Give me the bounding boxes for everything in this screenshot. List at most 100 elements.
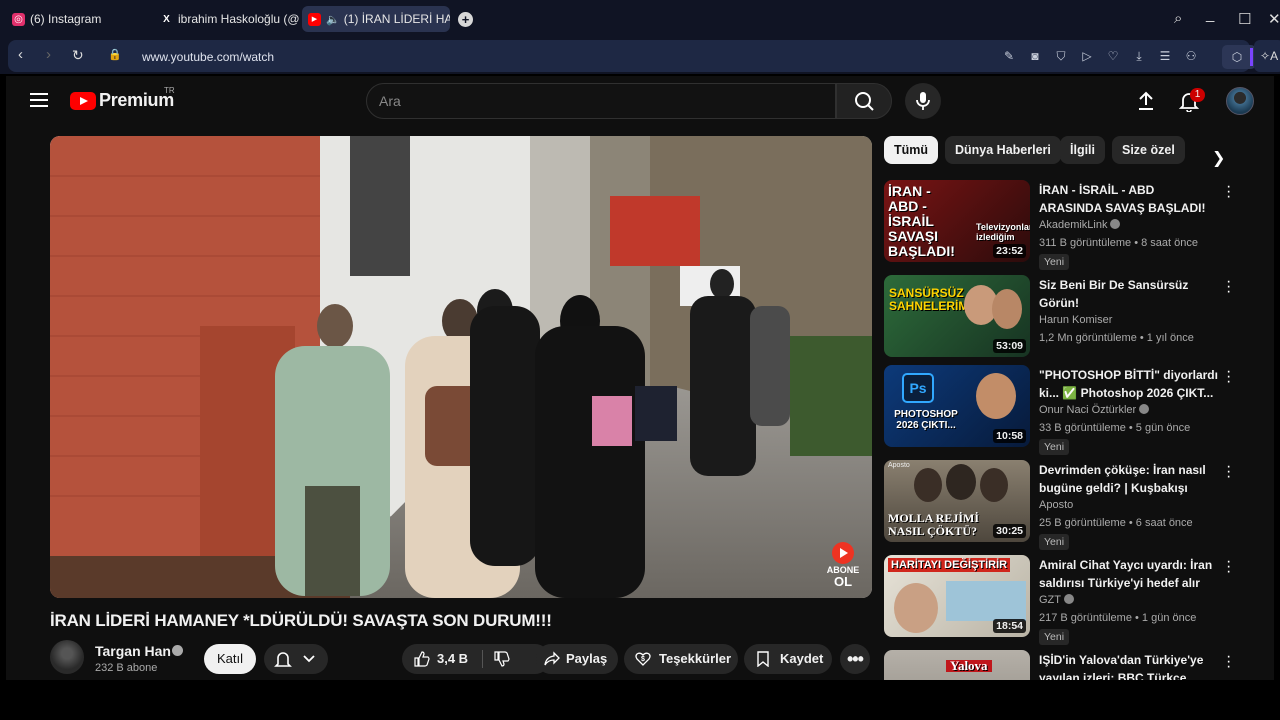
camera-icon[interactable]: ◙	[1028, 49, 1042, 63]
video-meta: 25 B görüntüleme • 6 saat önce	[1039, 517, 1193, 529]
thanks-button[interactable]: $ Teşekkürler	[624, 644, 738, 674]
upload-button[interactable]	[1136, 90, 1156, 112]
recommendation-item[interactable]: Yalova IŞİD'in Yalova'dan Türkiye'ye yay…	[884, 650, 1264, 680]
thumbnail-face	[992, 289, 1022, 329]
minimize-button[interactable]: _	[1206, 6, 1214, 23]
hamburger-menu-button[interactable]	[30, 93, 48, 107]
url-field[interactable]: www.youtube.com/watch	[142, 50, 274, 64]
more-vertical-icon[interactable]: · · ·	[1226, 179, 1231, 205]
chip-for-you[interactable]: Size özel	[1112, 136, 1185, 164]
new-tab-button[interactable]: +	[458, 12, 473, 27]
recommendation-item[interactable]: SANSÜRSÜZ SAHNELERİM 53:09 Siz Beni Bir …	[884, 274, 1264, 363]
recommendation-item[interactable]: Ps PHOTOSHOP 2026 ÇIKTI... 10:58 "PHOTOS…	[884, 364, 1264, 455]
thumbnail-text: HARİTAYI DEĞİŞTİRİR	[888, 558, 1011, 572]
youtube-premium-logo[interactable]: Premium TR	[70, 86, 175, 111]
video-thumbnail[interactable]: Ps PHOTOSHOP 2026 ÇIKTI... 10:58	[884, 365, 1030, 447]
video-duration: 18:54	[993, 619, 1026, 633]
like-divider	[482, 650, 483, 668]
video-thumbnail[interactable]: SANSÜRSÜZ SAHNELERİM 53:09	[884, 275, 1030, 357]
subscribe-overlay[interactable]: ABONE OL	[826, 542, 860, 588]
more-actions-button[interactable]: •••	[840, 644, 870, 674]
tab-x[interactable]: X ibrahim Haskoloğlu (@has	[150, 6, 300, 32]
close-window-button[interactable]: ✕	[1268, 10, 1280, 28]
search-button[interactable]	[836, 83, 892, 119]
shield-icon[interactable]: ⛉	[1054, 49, 1068, 63]
ai-label: A	[1270, 49, 1279, 63]
more-vertical-icon[interactable]: · · ·	[1226, 274, 1231, 300]
chip-all[interactable]: Tümü	[884, 136, 939, 164]
heart-icon[interactable]: ♡	[1106, 49, 1120, 63]
browser-toolbar: ‹ › ↻ 🔒 www.youtube.com/watch ✎ ◙ ⛉ ▷ ♡ …	[0, 38, 1280, 74]
play-icon[interactable]: ▷	[1080, 49, 1094, 63]
verified-badge-icon	[172, 645, 183, 656]
video-thumbnail[interactable]: Yalova	[884, 650, 1030, 680]
join-button[interactable]: Katıl	[204, 644, 256, 674]
video-meta: 33 B görüntüleme • 5 gün önce	[1039, 422, 1191, 434]
bell-icon	[274, 652, 315, 667]
thumbnail-text: İRAN - ABD - İSRAİL SAVAŞI BAŞLADI!	[888, 183, 955, 259]
logo-text: Premium	[99, 90, 174, 110]
menu-lines-icon[interactable]: ☰	[1158, 49, 1172, 63]
more-horizontal-icon: •••	[847, 649, 864, 669]
upload-icon	[1139, 91, 1153, 110]
search-input[interactable]: Ara	[366, 83, 836, 119]
browser-tab-bar: ◎ (6) Instagram X ibrahim Haskoloğlu (@h…	[0, 0, 1280, 38]
ai-assistant-button[interactable]: ✧A	[1254, 40, 1280, 72]
search-tabs-icon[interactable]: ⌕	[1174, 10, 1182, 27]
download-icon[interactable]: ⤓	[1132, 49, 1146, 63]
chevron-right-icon[interactable]: ❯	[1212, 148, 1225, 168]
tab-youtube[interactable]: ▶ 🔈 (1) İRAN LİDERİ HAMA	[302, 6, 450, 32]
chip-related[interactable]: İlgili	[1060, 136, 1105, 164]
tab-instagram[interactable]: ◎ (6) Instagram	[2, 6, 152, 32]
tab-label: ibrahim Haskoloğlu (@has	[178, 12, 300, 26]
search-icon	[855, 92, 874, 111]
more-vertical-icon[interactable]: · · ·	[1226, 459, 1231, 485]
more-vertical-icon[interactable]: · · ·	[1226, 554, 1231, 580]
channel-name-text: Harun Komiser	[1039, 314, 1113, 326]
tab-label: (1) İRAN LİDERİ HAMA	[343, 12, 450, 26]
save-button[interactable]: Kaydet	[744, 644, 832, 674]
maximize-button[interactable]: ☐	[1238, 10, 1251, 28]
channel-name[interactable]: Targan Han	[95, 643, 171, 659]
video-thumbnail[interactable]: HARİTAYI DEĞİŞTİRİR 18:54	[884, 555, 1030, 637]
account-avatar[interactable]	[1226, 87, 1254, 115]
back-button[interactable]: ‹	[18, 46, 23, 63]
recommendation-item[interactable]: Aposto MOLLA REJİMİ NASIL ÇÖKTÜ? 30:25 D…	[884, 459, 1264, 550]
video-thumbnail[interactable]: İRAN - ABD - İSRAİL SAVAŞI BAŞLADI! Tele…	[884, 180, 1030, 262]
subscriber-count: 232 B abone	[95, 662, 158, 674]
profile-icon[interactable]: ⚇	[1184, 49, 1198, 63]
edit-icon[interactable]: ✎	[1002, 49, 1016, 63]
masthead: Premium TR Ara 1	[6, 76, 1274, 126]
video-title: "PHOTOSHOP BİTTİ" diyorlardı ki... ✅ Pho…	[1039, 368, 1218, 400]
recommendation-item[interactable]: HARİTAYI DEĞİŞTİRİR 18:54 Amiral Cihat Y…	[884, 554, 1264, 645]
svg-text:$: $	[641, 656, 645, 663]
region-code: TR	[164, 86, 175, 95]
share-button[interactable]: Paylaş	[536, 644, 618, 674]
video-title: İRAN LİDERİ HAMANEY *LDÜRÜLDÜ! SAVAŞTA S…	[50, 611, 552, 630]
thumbnail-face	[980, 468, 1008, 502]
channel-avatar[interactable]	[50, 640, 84, 674]
youtube-logo-icon	[70, 91, 96, 110]
more-vertical-icon[interactable]: · · ·	[1226, 650, 1231, 675]
lock-icon[interactable]: 🔒	[108, 48, 122, 61]
video-player[interactable]: ABONE OL	[50, 136, 872, 598]
cube-icon: ⬡	[1231, 50, 1243, 64]
verified-badge-icon	[1110, 219, 1121, 229]
more-vertical-icon[interactable]: · · ·	[1226, 364, 1231, 390]
chip-world-news[interactable]: Dünya Haberleri	[945, 136, 1061, 164]
microphone-icon	[916, 92, 930, 110]
extensions-button[interactable]: ⬡	[1222, 45, 1256, 69]
reload-button[interactable]: ↻	[72, 47, 84, 64]
recommendation-item[interactable]: İRAN - ABD - İSRAİL SAVAŞI BAŞLADI! Tele…	[884, 179, 1264, 270]
forward-button[interactable]: ›	[46, 46, 51, 63]
subscribe-overlay-icon	[832, 542, 854, 564]
dislike-button[interactable]	[484, 644, 532, 674]
channel-name: Aposto	[1039, 499, 1073, 511]
voice-search-button[interactable]	[905, 83, 941, 119]
video-thumbnail[interactable]: Aposto MOLLA REJİMİ NASIL ÇÖKTÜ? 30:25	[884, 460, 1030, 542]
verified-badge-icon	[1139, 404, 1150, 414]
thumbnail-subtext: Televizyonların izlediğim	[976, 222, 1030, 242]
new-badge: Yeni	[1039, 534, 1070, 550]
video-duration: 23:52	[993, 244, 1026, 258]
subscription-notification-button[interactable]	[264, 644, 328, 674]
